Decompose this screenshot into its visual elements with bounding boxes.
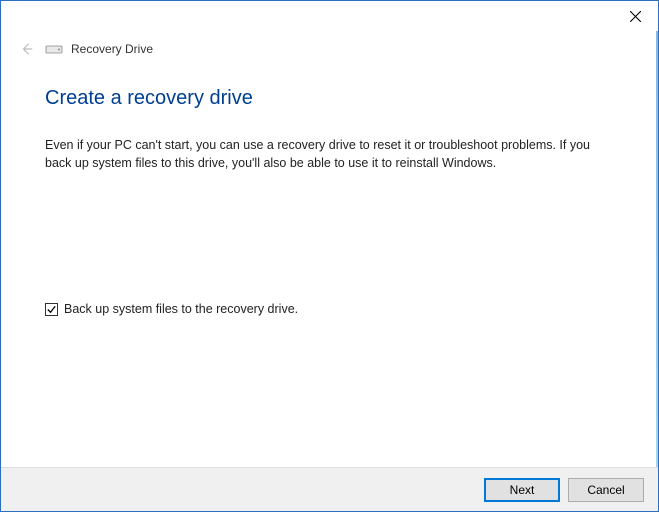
checkmark-icon	[46, 304, 57, 315]
cancel-button[interactable]: Cancel	[568, 478, 644, 502]
close-button[interactable]	[626, 7, 644, 25]
footer-bar: Next Cancel	[1, 467, 658, 511]
close-icon	[630, 11, 641, 22]
backup-checkbox[interactable]	[45, 303, 58, 316]
backup-checkbox-label: Back up system files to the recovery dri…	[64, 302, 298, 316]
back-arrow-icon	[20, 42, 34, 56]
window-border-accent	[656, 31, 658, 467]
next-button[interactable]: Next	[484, 478, 560, 502]
back-button	[19, 41, 35, 57]
page-description: Even if your PC can't start, you can use…	[1, 110, 658, 172]
drive-icon	[45, 43, 63, 55]
window-title: Recovery Drive	[71, 42, 153, 56]
page-heading: Create a recovery drive	[1, 57, 658, 110]
